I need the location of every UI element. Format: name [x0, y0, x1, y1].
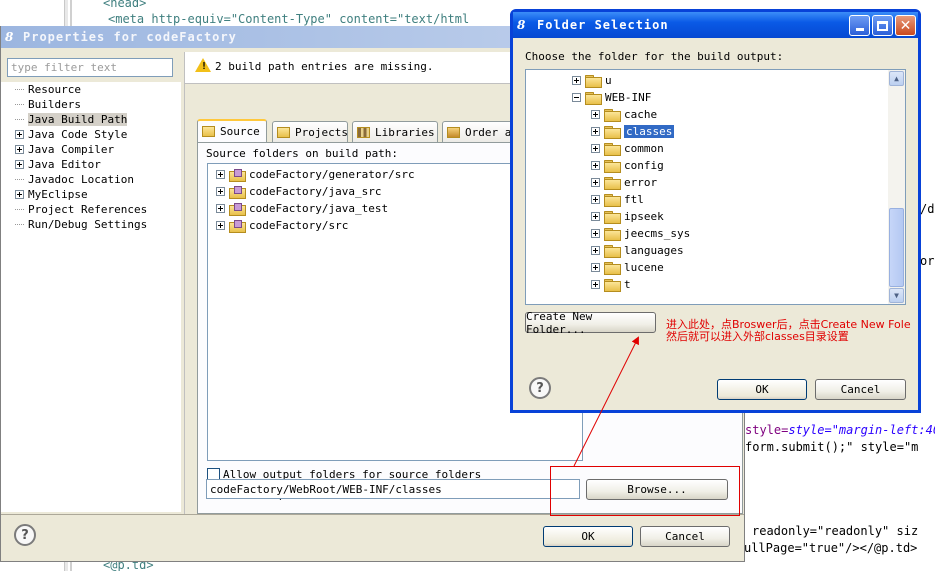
annotation-arrow	[573, 336, 639, 467]
